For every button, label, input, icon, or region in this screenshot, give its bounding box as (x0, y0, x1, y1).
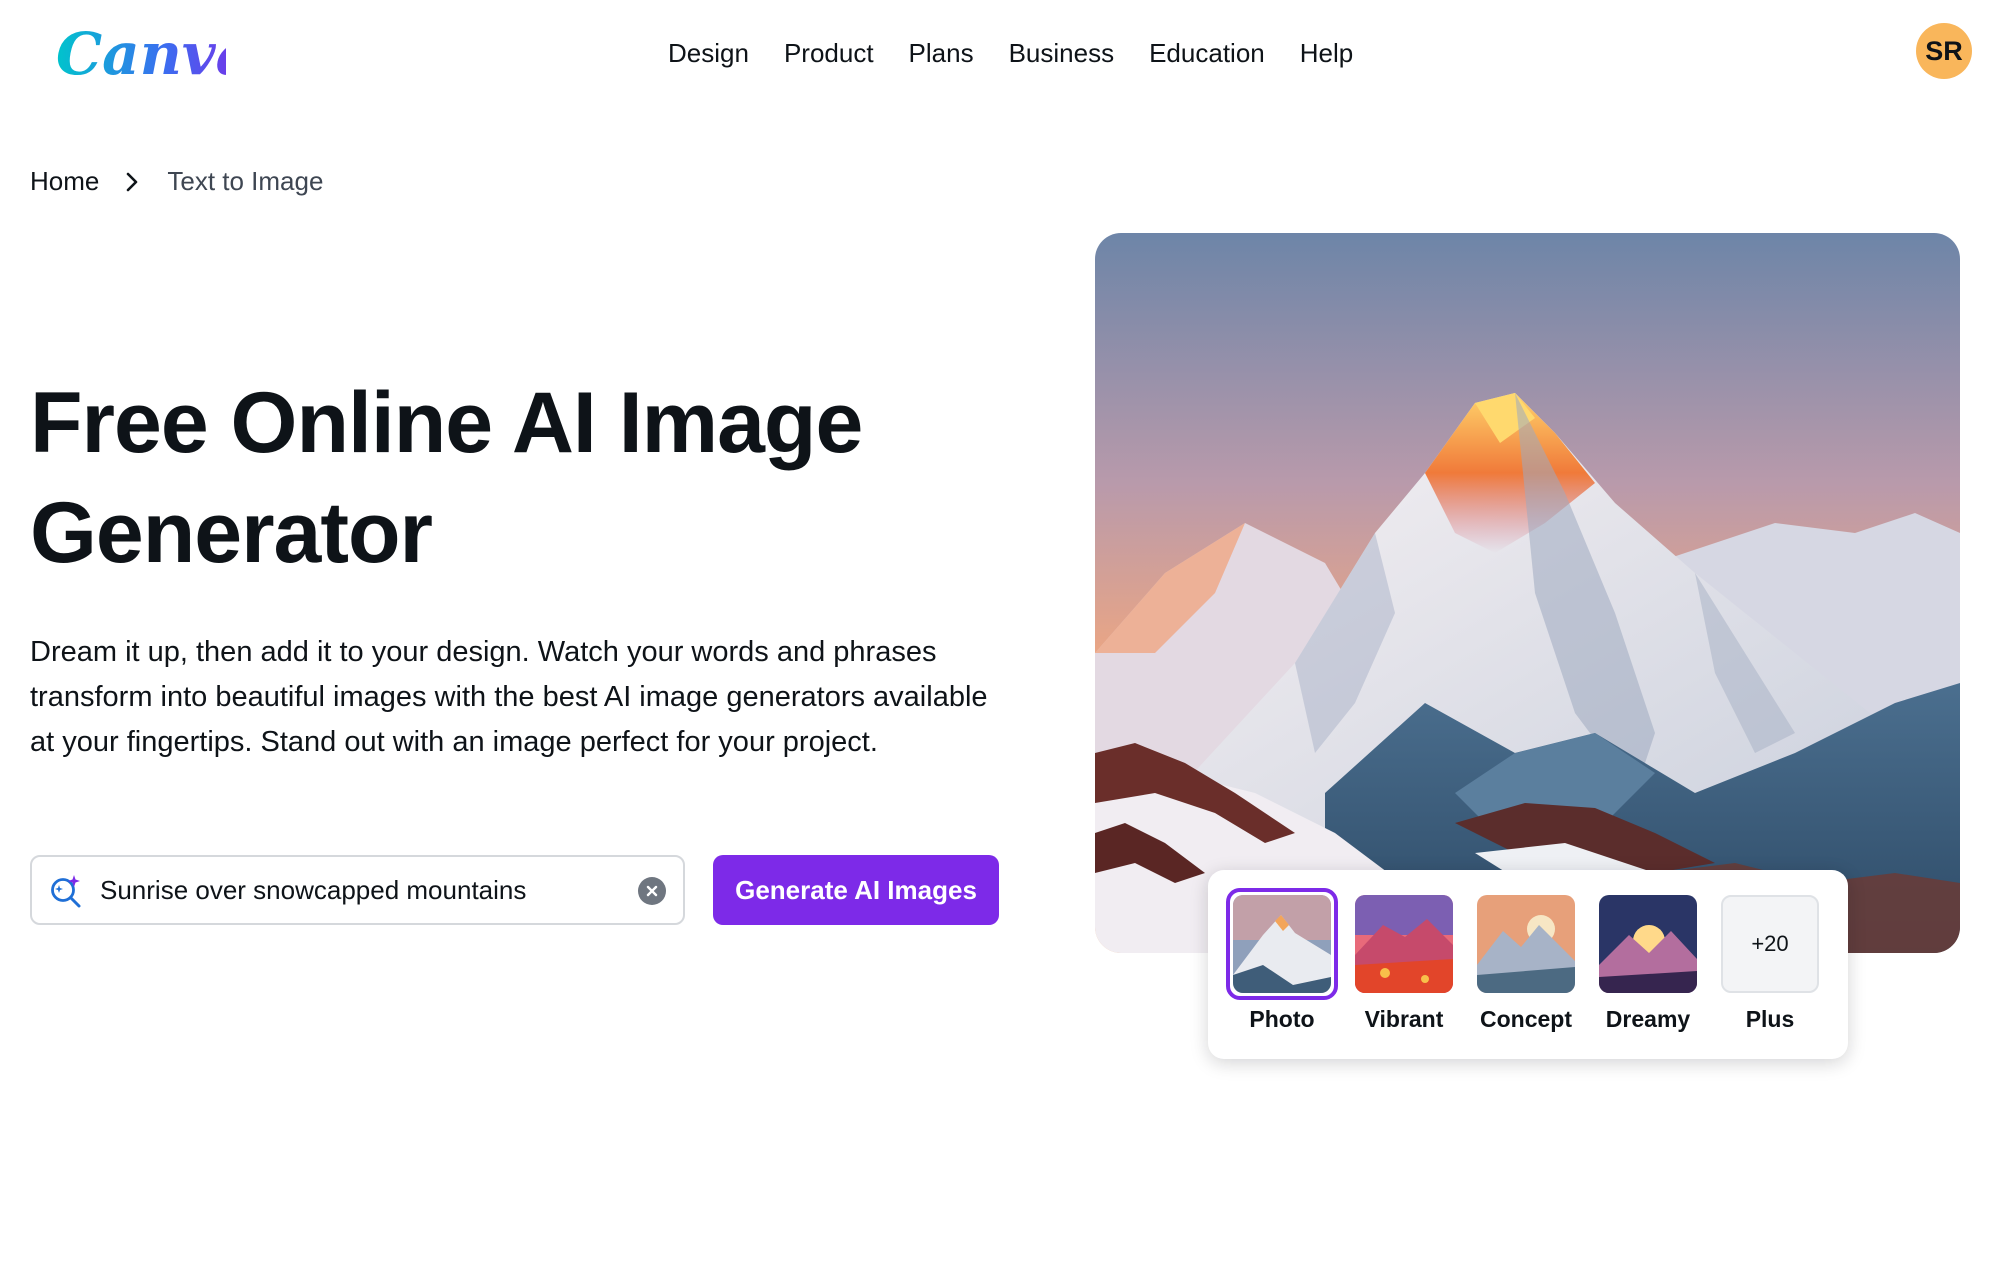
nav-plans[interactable]: Plans (909, 36, 974, 70)
main-nav: Design Product Plans Business Education … (668, 36, 1388, 70)
page-title: Free Online AI Image Generator (30, 375, 863, 581)
hero-description: Dream it up, then add it to your design.… (30, 636, 988, 758)
nav-help[interactable]: Help (1300, 36, 1353, 70)
style-label-photo: Photo (1249, 1006, 1315, 1032)
prompt-input[interactable] (100, 867, 620, 913)
breadcrumb: Home Text to Image (30, 166, 323, 197)
style-thumb-dreamy (1599, 895, 1697, 993)
style-option-dreamy[interactable]: Dreamy (1592, 888, 1704, 1033)
style-thumb-vibrant (1355, 895, 1453, 993)
style-thumb-frame (1592, 888, 1704, 1000)
style-picker: Photo Vibrant Concept Dreamy +20 Plus (1208, 870, 1848, 1059)
magic-search-icon (48, 873, 84, 909)
style-label-vibrant: Vibrant (1364, 1006, 1444, 1032)
site-header: Canva Design Product Plans Business Educ… (0, 0, 2000, 105)
style-label-plus: Plus (1745, 1006, 1795, 1032)
style-option-concept[interactable]: Concept (1470, 888, 1582, 1033)
style-thumb-photo (1233, 895, 1331, 993)
breadcrumb-home[interactable]: Home (30, 166, 99, 197)
chevron-right-icon (125, 171, 139, 193)
generate-ai-images-button[interactable]: Generate AI Images (713, 855, 999, 925)
hero-mountain-image (1095, 233, 1960, 953)
canva-logo[interactable]: Canva (56, 14, 226, 94)
style-option-plus[interactable]: +20 Plus (1714, 888, 1826, 1033)
style-thumb-concept (1477, 895, 1575, 993)
clear-icon[interactable] (638, 877, 666, 905)
user-avatar[interactable]: SR (1916, 23, 1972, 79)
style-option-vibrant[interactable]: Vibrant (1348, 888, 1460, 1033)
nav-education[interactable]: Education (1149, 36, 1265, 70)
style-thumb-frame (1470, 888, 1582, 1000)
style-thumb-frame (1348, 888, 1460, 1000)
style-label-dreamy: Dreamy (1605, 1006, 1691, 1032)
breadcrumb-current: Text to Image (167, 166, 324, 196)
svg-text:Canva: Canva (56, 20, 226, 88)
style-thumb-frame: +20 (1714, 888, 1826, 1000)
prompt-search-box (30, 855, 685, 925)
style-label-concept: Concept (1480, 1006, 1572, 1032)
style-option-photo[interactable]: Photo (1226, 888, 1338, 1033)
nav-design[interactable]: Design (668, 36, 749, 70)
more-styles-count: +20 (1721, 895, 1819, 993)
nav-product[interactable]: Product (784, 36, 874, 70)
style-thumb-frame (1226, 888, 1338, 1000)
nav-business[interactable]: Business (1009, 36, 1115, 70)
